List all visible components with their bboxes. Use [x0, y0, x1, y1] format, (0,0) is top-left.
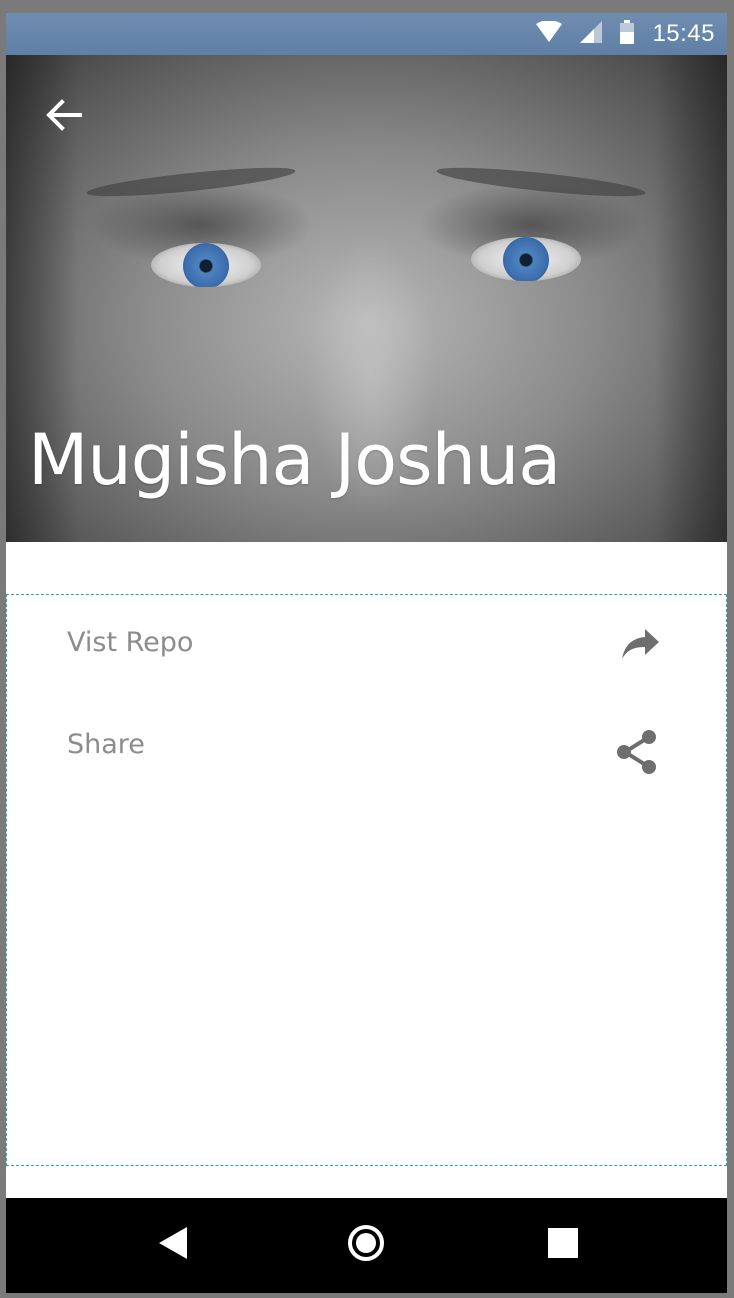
profile-name: Mugisha Joshua — [28, 419, 561, 501]
share-icon[interactable] — [612, 727, 662, 777]
battery-icon — [620, 19, 635, 49]
actions-list: Vist Repo Share — [6, 594, 727, 1166]
share-item[interactable]: Share — [7, 709, 726, 789]
visit-repo-label: Vist Repo — [67, 627, 194, 658]
photo-eye-left — [151, 243, 261, 287]
device-screen: 15:45 Mugisha Joshua Vist Repo Share — [6, 13, 727, 1293]
back-button[interactable] — [40, 93, 88, 141]
system-nav-bar — [6, 1198, 727, 1293]
status-bar: 15:45 — [6, 13, 727, 55]
profile-header: Mugisha Joshua — [6, 55, 727, 542]
visit-repo-item[interactable]: Vist Repo — [7, 607, 726, 687]
nav-back-icon — [157, 1226, 189, 1265]
cell-signal-icon — [580, 20, 603, 48]
wifi-icon — [536, 19, 563, 48]
nav-home-button[interactable] — [326, 1198, 406, 1293]
nav-recents-button[interactable] — [523, 1198, 603, 1293]
forward-arrow-icon[interactable] — [616, 619, 666, 669]
status-time: 15:45 — [652, 20, 715, 47]
nav-recents-icon — [547, 1227, 579, 1264]
arrow-left-icon — [44, 95, 84, 140]
nav-home-icon — [346, 1223, 386, 1268]
photo-eye-right — [471, 237, 581, 281]
nav-back-button[interactable] — [133, 1198, 213, 1293]
share-label: Share — [67, 729, 145, 760]
